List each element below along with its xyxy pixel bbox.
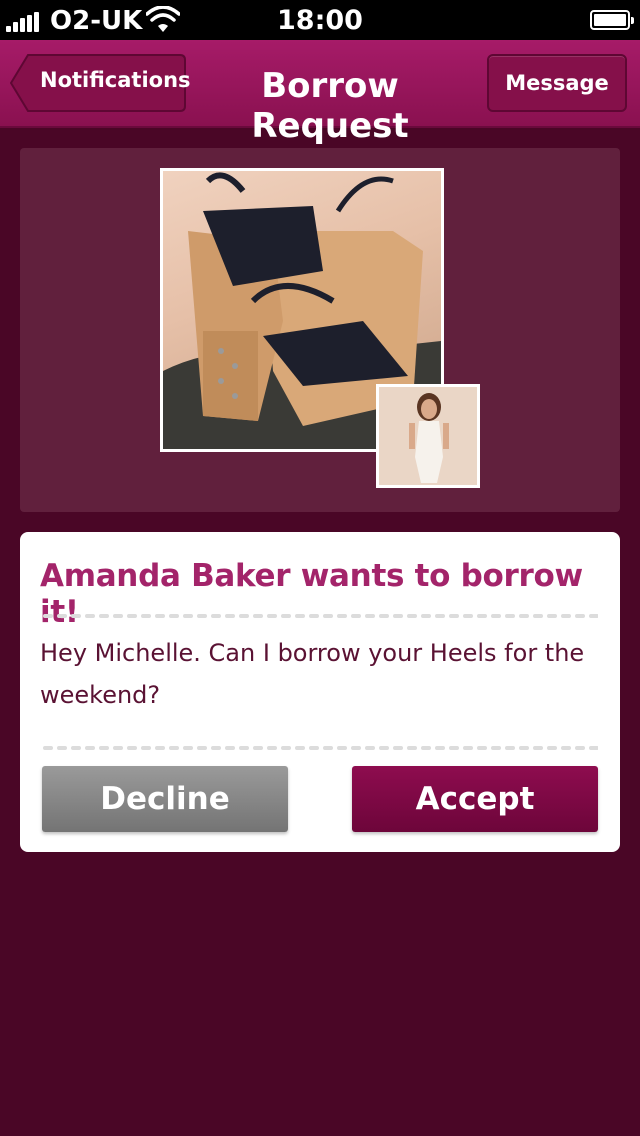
- notifications-back-button[interactable]: Notifications: [10, 54, 191, 112]
- decline-button[interactable]: Decline: [42, 766, 288, 832]
- navigation-bar: Notifications Borrow Request Message: [0, 40, 640, 146]
- accept-button[interactable]: Accept: [352, 766, 598, 832]
- avatar-photo-icon: [379, 387, 477, 485]
- requester-photo[interactable]: [376, 384, 480, 488]
- message-button[interactable]: Message: [487, 54, 627, 112]
- page-title: Borrow Request: [251, 66, 409, 146]
- divider: [42, 744, 598, 752]
- request-message: Hey Michelle. Can I borrow your Heels fo…: [40, 639, 585, 709]
- back-button-label: Notifications: [40, 68, 191, 92]
- divider: [42, 612, 598, 620]
- battery-icon: [590, 10, 634, 30]
- status-time: 18:00: [277, 5, 363, 36]
- status-bar: O2-UK 18:00: [0, 0, 640, 40]
- photo-panel: [20, 148, 620, 512]
- borrow-request-card: Amanda Baker wants to borrow it! Hey Mic…: [20, 532, 620, 852]
